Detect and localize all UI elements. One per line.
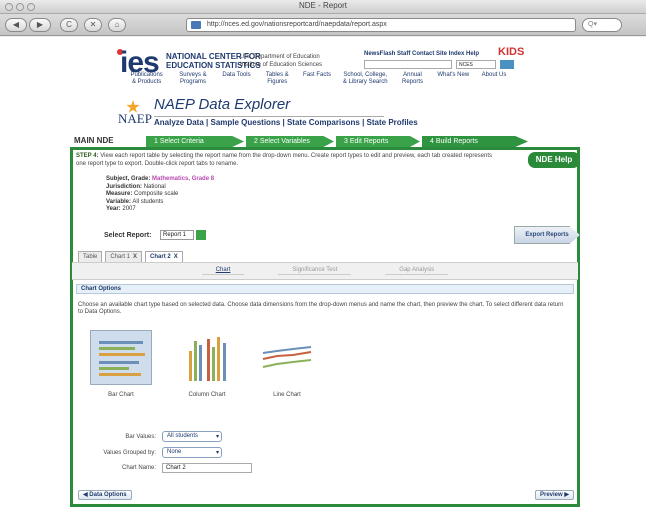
report-tabs: Table Chart 1X Chart 2X xyxy=(78,251,183,262)
report-metadata: Subject, Grade: Mathematics, Grade 8 Jur… xyxy=(106,176,215,212)
top-links[interactable]: NewsFlash Staff Contact Site Index Help xyxy=(364,51,479,57)
chart-name-input[interactable]: Chart 2 xyxy=(162,463,252,473)
site-search-go-button[interactable] xyxy=(500,60,514,69)
step-select-variables[interactable]: 2 Select Variables xyxy=(246,136,334,147)
data-options-button[interactable]: ◀ Data Options xyxy=(78,490,132,500)
column-chart-thumb-bar xyxy=(212,347,215,381)
address-bar[interactable]: http://nces.ed.gov/nationsreportcard/nae… xyxy=(186,18,576,32)
step-select-criteria[interactable]: 1 Select Criteria xyxy=(146,136,244,147)
back-button[interactable]: ◀ xyxy=(5,18,27,32)
bar-chart-thumb-bar xyxy=(99,353,145,356)
reload-button[interactable]: C xyxy=(60,18,78,32)
tab-table[interactable]: Table xyxy=(78,251,103,262)
close-tab-icon[interactable]: X xyxy=(174,254,178,260)
step-edit-reports[interactable]: 3 Edit Reports xyxy=(336,136,420,147)
nde-help-button[interactable]: NDE Help xyxy=(528,152,580,168)
line-chart-thumbnail xyxy=(262,346,312,368)
tab-chart-1[interactable]: Chart 1X xyxy=(105,251,143,262)
browser-search-input[interactable]: Q▾ xyxy=(582,18,622,32)
bar-values-label: Bar Values: xyxy=(125,434,156,440)
nav-whats-new[interactable]: What's New xyxy=(437,72,471,86)
dept-title: U.S. Department of Education Institute o… xyxy=(240,54,323,68)
browser-toolbar: ◀ ▶ C ✕ ⌂ http://nces.ed.gov/nationsrepo… xyxy=(0,14,646,36)
step4-instructions: STEP 4: View each report table by select… xyxy=(76,153,493,167)
nav-data-tools[interactable]: Data Tools xyxy=(221,72,253,86)
window-title: NDE - Report xyxy=(298,1,347,10)
bar-chart-thumb-bar xyxy=(99,367,129,370)
browser-window: NDE - Report ◀ ▶ C ✕ ⌂ http://nces.ed.go… xyxy=(0,0,646,515)
site-nav: Publications & Products Surveys & Progra… xyxy=(128,72,508,86)
chart-options-instructions: Choose an available chart type based on … xyxy=(78,302,564,315)
nav-annual-reports[interactable]: Annual Reports xyxy=(399,72,427,86)
export-reports-button[interactable]: Export Reports xyxy=(514,226,580,244)
column-chart-thumb-bar xyxy=(207,339,210,381)
nav-school-search[interactable]: School, College, & Library Search xyxy=(342,72,389,86)
bar-chart-option[interactable] xyxy=(90,330,152,385)
column-chart-thumb-bar xyxy=(189,351,192,381)
explorer-divider xyxy=(154,116,384,117)
bar-chart-thumb-bar xyxy=(99,347,135,350)
naep-logo[interactable]: NAEP xyxy=(118,111,152,127)
column-chart-thumb-bar xyxy=(199,345,202,381)
stop-button[interactable]: ✕ xyxy=(84,18,102,32)
preview-button[interactable]: Preview ▶ xyxy=(535,490,574,500)
bar-chart-thumb-bar xyxy=(99,341,143,344)
values-grouped-label: Values Grouped by: xyxy=(103,450,156,456)
subtab-chart[interactable]: Chart xyxy=(201,266,245,275)
forward-button[interactable]: ▶ xyxy=(29,18,51,32)
bar-chart-thumb-bar xyxy=(99,373,141,376)
site-favicon-icon xyxy=(191,21,201,29)
subtabs: Chart Significance Test Gap Analysis xyxy=(72,266,578,275)
title-bar: NDE - Report xyxy=(0,0,646,14)
home-button[interactable]: ⌂ xyxy=(108,18,126,32)
bar-chart-thumb-bar xyxy=(99,361,139,364)
site-search-input[interactable] xyxy=(364,60,452,69)
chart-options-header: Chart Options xyxy=(76,284,574,294)
chevron-down-icon: ▾ xyxy=(215,450,219,456)
line-chart-label[interactable]: Line Chart xyxy=(256,392,318,398)
select-report-label: Select Report: xyxy=(104,232,152,239)
column-chart-thumb-bar xyxy=(194,341,197,381)
subtab-significance-test[interactable]: Significance Test xyxy=(278,266,352,275)
column-chart-option[interactable] xyxy=(176,330,238,385)
nav-about-us[interactable]: About Us xyxy=(480,72,508,86)
chevron-down-icon: ▾ xyxy=(215,434,219,440)
column-chart-thumb-bar xyxy=(223,343,226,381)
kids-link[interactable]: KIDS xyxy=(498,46,524,58)
chart-name-label: Chart Name: xyxy=(121,465,156,471)
url-text: http://nces.ed.gov/nationsreportcard/nae… xyxy=(207,21,387,28)
select-report-go-button[interactable] xyxy=(196,230,206,240)
explorer-title: NAEP Data Explorer xyxy=(154,96,291,113)
bar-values-select[interactable]: All students ▾ xyxy=(162,431,222,442)
nav-surveys[interactable]: Surveys & Programs xyxy=(175,72,210,86)
column-chart-thumb-bar xyxy=(217,337,220,381)
close-tab-icon[interactable]: X xyxy=(133,254,137,260)
nav-fast-facts[interactable]: Fast Facts xyxy=(302,72,332,86)
nav-tables[interactable]: Tables & Figures xyxy=(262,72,292,86)
nav-publications[interactable]: Publications & Products xyxy=(128,72,165,86)
column-chart-label[interactable]: Column Chart xyxy=(176,392,238,398)
tab-chart-2[interactable]: Chart 2X xyxy=(145,251,183,262)
subtab-gap-analysis[interactable]: Gap Analysis xyxy=(385,266,449,275)
select-report-dropdown[interactable]: Report 1 xyxy=(160,230,194,240)
bar-chart-label[interactable]: Bar Chart xyxy=(90,392,152,398)
step-build-reports[interactable]: 4 Build Reports xyxy=(422,136,528,147)
line-chart-option[interactable] xyxy=(256,330,318,385)
explorer-links[interactable]: Analyze Data | Sample Questions | State … xyxy=(154,118,418,127)
values-grouped-select[interactable]: None ▾ xyxy=(162,447,222,458)
search-scope-select[interactable]: NCES xyxy=(456,60,496,69)
main-nde-label[interactable]: MAIN NDE xyxy=(74,136,114,145)
